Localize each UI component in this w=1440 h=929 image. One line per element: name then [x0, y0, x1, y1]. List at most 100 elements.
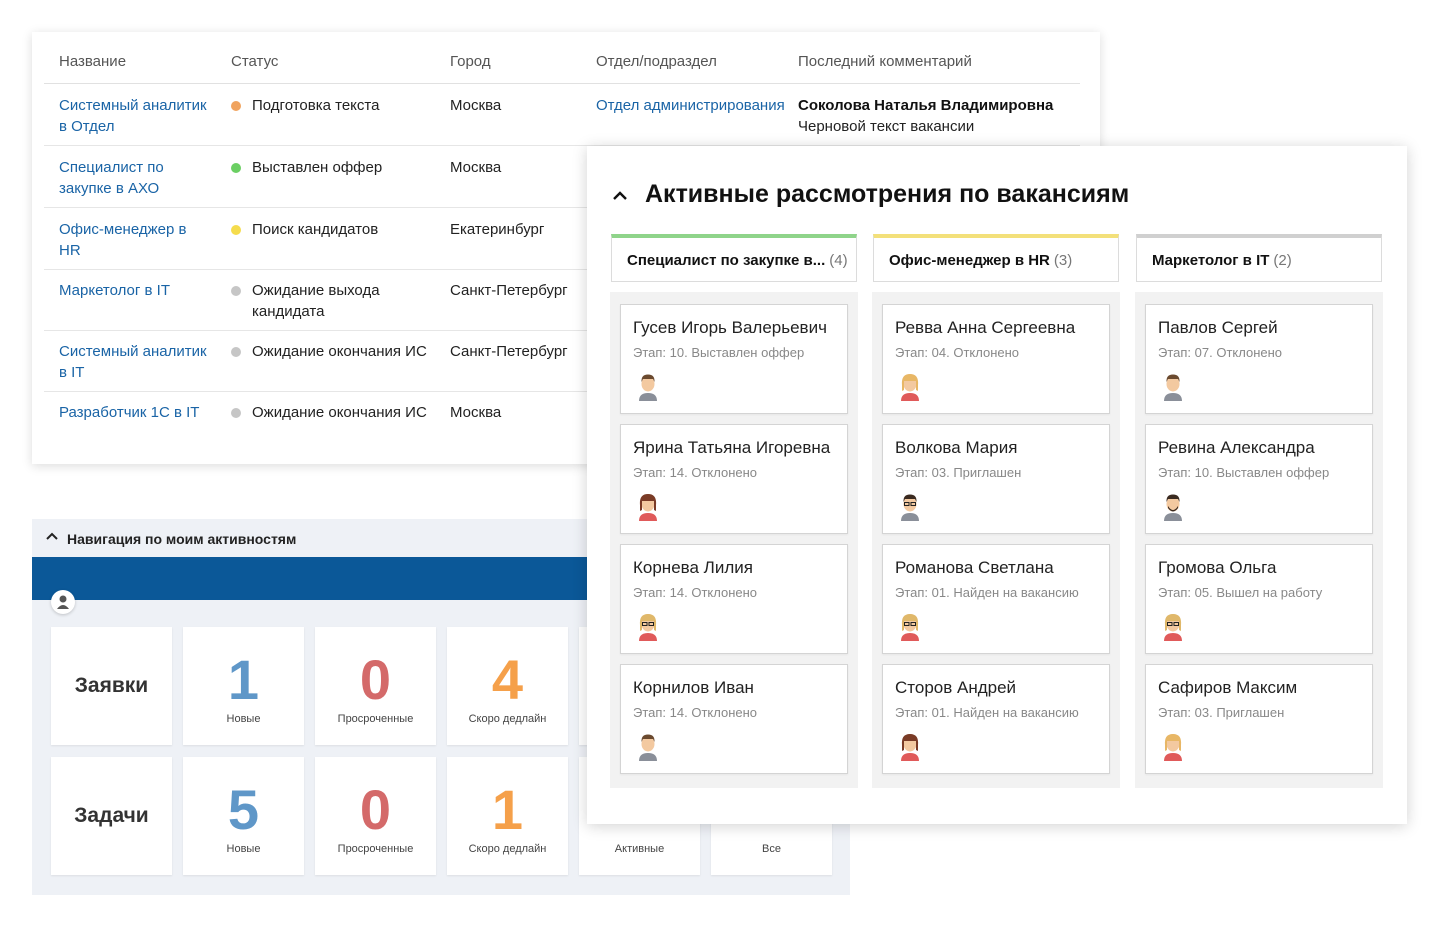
vacancy-link[interactable]: Разработчик 1С в IT [59, 402, 209, 423]
tasks-new-tile[interactable]: 5 Новые [183, 757, 304, 875]
tile-caption: Новые [226, 713, 261, 725]
tasks-deadline-tile[interactable]: 1 Скоро дедлайн [447, 757, 568, 875]
chevron-up-icon[interactable] [45, 530, 59, 544]
vacancy-link[interactable]: Специалист по закупке в АХО [59, 157, 209, 199]
board-title: Активные рассмотрения по вакансиям [645, 180, 1130, 208]
user-avatar[interactable] [51, 590, 75, 614]
candidate-stage: Этап: 05. Вышел на работу [1158, 585, 1323, 600]
column-header[interactable]: Специалист по закупке в... (4) [611, 234, 857, 282]
status-cell: Ожидание окончания ИС [231, 341, 452, 362]
tile-count: 0 [359, 778, 392, 841]
status-text: Ожидание окончания ИС [252, 404, 427, 421]
tile-caption: Скоро дедлайн [468, 713, 547, 725]
vacancy-link[interactable]: Маркетолог в IT [59, 280, 209, 301]
candidate-card[interactable]: Романова Светлана Этап: 01. Найден на вак… [882, 544, 1110, 654]
column-title: Маркетолог в IT (2) [1152, 252, 1292, 269]
status-text: Поиск кандидатов [252, 221, 379, 238]
city-cell: Москва [450, 159, 502, 176]
tile-count: 1 [227, 648, 260, 711]
column-name: Специалист по закупке в... [627, 252, 826, 269]
column-header-comment[interactable]: Последний комментарий [798, 53, 972, 70]
tile-caption: Все [762, 843, 781, 855]
column-title: Офис-менеджер в HR (3) [889, 252, 1072, 269]
column-header[interactable]: Маркетолог в IT (2) [1136, 234, 1382, 282]
tile-caption: Скоро дедлайн [468, 843, 547, 855]
candidate-stage: Этап: 14. Отклонено [633, 465, 758, 480]
column-header-name[interactable]: Название [59, 53, 126, 70]
city-cell: Москва [450, 97, 502, 114]
dept-link[interactable]: Отдел администрирования [596, 95, 786, 116]
vacancy-link[interactable]: Системный аналитик в IT [59, 341, 209, 383]
woman-blonde-icon [901, 374, 919, 401]
candidate-name: Павлов Сергей [1158, 318, 1278, 337]
column-body: Павлов Сергей Этап: 07. Отклонено Ревина А… [1135, 292, 1383, 788]
man-glasses-icon [901, 494, 919, 521]
candidate-stage: Этап: 01. Найден на вакансию [895, 705, 1079, 720]
table-row[interactable]: Системный аналитик в Отдел Подготовка те… [44, 84, 1080, 146]
status-text: Выставлен оффер [252, 159, 383, 176]
candidate-card[interactable]: Сафиров Максим Этап: 03. Приглашен [1145, 664, 1373, 774]
candidate-card[interactable]: Ярина Татьяна Игоревна Этап: 14. Отклонен… [620, 424, 848, 534]
candidate-stage: Этап: 04. Отклонено [895, 345, 1020, 360]
status-dot [231, 347, 241, 357]
activity-nav-title: Навигация по моим активностям [67, 531, 297, 547]
tile-count: 0 [359, 648, 392, 711]
candidate-stage: Этап: 01. Найден на вакансию [895, 585, 1079, 600]
user-silhouette-icon [57, 595, 69, 609]
candidate-name: Ревина Александра [1158, 438, 1315, 457]
status-cell: Выставлен оффер [231, 157, 452, 178]
status-text: Ожидание выхода кандидата [252, 282, 380, 320]
candidate-stage: Этап: 10. Выставлен оффер [1158, 465, 1330, 480]
candidate-name: Романова Светлана [895, 558, 1054, 577]
column-name: Маркетолог в IT [1152, 252, 1270, 269]
chevron-up-icon[interactable] [612, 188, 628, 204]
requests-new-tile[interactable]: 1 Новые [183, 627, 304, 745]
column-header-status[interactable]: Статус [231, 53, 278, 70]
candidate-stage: Этап: 14. Отклонено [633, 585, 758, 600]
tile-count: 1 [491, 778, 524, 841]
candidate-stage: Этап: 03. Приглашен [895, 465, 1022, 480]
column-body: Ревва Анна Сергеевна Этап: 04. Отклонено В… [872, 292, 1120, 788]
tasks-row-label: Задачи [51, 757, 172, 875]
status-dot [231, 286, 241, 296]
candidate-name: Громова Ольга [1158, 558, 1277, 577]
candidate-name: Сафиров Максим [1158, 678, 1298, 697]
candidate-name: Волкова Мария [895, 438, 1018, 457]
candidate-name: Корнилов Иван [633, 678, 754, 697]
candidate-name: Ревва Анна Сергеевна [895, 318, 1076, 337]
woman-glasses-icon [639, 614, 657, 641]
column-name: Офис-менеджер в HR [889, 252, 1050, 269]
candidate-card[interactable]: Корнева Лилия Этап: 14. Отклонено [620, 544, 848, 654]
candidate-name: Сторов Андрей [895, 678, 1017, 697]
city-cell: Санкт-Петербург [450, 282, 568, 299]
candidate-name: Гусев Игорь Валерьевич [633, 318, 827, 337]
column-header-city[interactable]: Город [450, 53, 491, 70]
candidate-card[interactable]: Сторов Андрей Этап: 01. Найден на ваканси… [882, 664, 1110, 774]
table-header: Название Статус Город Отдел/подраздел По… [44, 32, 1080, 84]
candidate-card[interactable]: Корнилов Иван Этап: 14. Отклонено [620, 664, 848, 774]
vacancy-link[interactable]: Офис-менеджер в HR [59, 219, 209, 261]
candidate-card[interactable]: Громова Ольга Этап: 05. Вышел на работу [1145, 544, 1373, 654]
candidate-stage: Этап: 14. Отклонено [633, 705, 758, 720]
tile-caption: Новые [226, 843, 261, 855]
requests-overdue-tile[interactable]: 0 Просроченные [315, 627, 436, 745]
column-header[interactable]: Офис-менеджер в HR (3) [873, 234, 1119, 282]
column-count: (4) [829, 252, 848, 269]
tile-count: 4 [491, 648, 524, 711]
status-text: Ожидание окончания ИС [252, 343, 427, 360]
vacancy-link[interactable]: Системный аналитик в Отдел [59, 95, 209, 137]
man-beard-icon [1164, 494, 1182, 521]
tasks-overdue-tile[interactable]: 0 Просроченные [315, 757, 436, 875]
column-header-dept[interactable]: Отдел/подраздел [596, 53, 717, 70]
candidate-card[interactable]: Павлов Сергей Этап: 07. Отклонено [1145, 304, 1373, 414]
candidate-card[interactable]: Ревва Анна Сергеевна Этап: 04. Отклонено [882, 304, 1110, 414]
city-cell: Санкт-Петербург [450, 343, 568, 360]
candidate-card[interactable]: Ревина Александра Этап: 10. Выставлен офф… [1145, 424, 1373, 534]
man-short-hair-icon [639, 374, 657, 401]
status-cell: Ожидание окончания ИС [231, 402, 452, 423]
tile-caption: Просроченные [337, 843, 414, 855]
candidate-stage: Этап: 07. Отклонено [1158, 345, 1283, 360]
candidate-card[interactable]: Волкова Мария Этап: 03. Приглашен [882, 424, 1110, 534]
candidate-card[interactable]: Гусев Игорь Валерьевич Этап: 10. Выставле… [620, 304, 848, 414]
requests-deadline-tile[interactable]: 4 Скоро дедлайн [447, 627, 568, 745]
